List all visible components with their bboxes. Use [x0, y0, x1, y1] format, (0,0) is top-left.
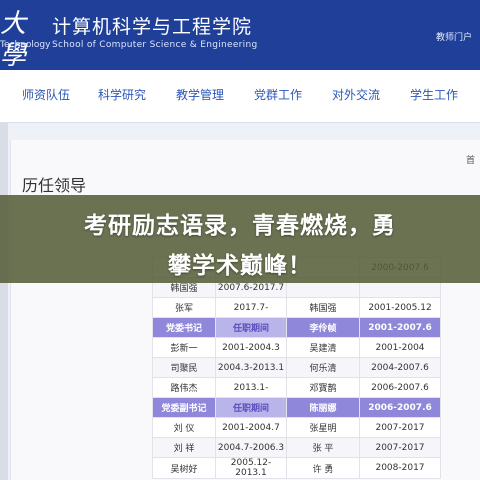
table-cell: 2008-2017 [359, 457, 441, 479]
table-cell: 2007-2017 [359, 437, 441, 458]
table-cell: 2004-2007.6 [359, 357, 441, 378]
table-cell: 党委书记 [152, 317, 216, 338]
nav-item-teaching[interactable]: 教学管理 [176, 86, 224, 103]
table-row: 路伟杰 2013.1- 邓寳鹊 2006-2007.6 [152, 377, 441, 398]
table-cell: 2004.7-2006.3 [215, 437, 287, 458]
table-cell: 韩国强 [286, 297, 360, 318]
left-sidebar-strip [0, 123, 8, 480]
table-cell: 李伶帧 [286, 317, 360, 338]
table-cell: 任职期间 [215, 397, 287, 418]
table-cell: 刘 祥 [152, 437, 216, 458]
table-cell: 邓寳鹊 [286, 377, 360, 398]
page-title: 历任领导 [22, 176, 87, 195]
nav-item-exchange[interactable]: 对外交流 [332, 86, 380, 103]
table-cell: 许 勇 [286, 457, 360, 479]
table-row: 司聚民 2004.3-2013.1 何乐清 2004-2007.6 [152, 357, 441, 378]
table-cell: 2001-2004.7 [215, 417, 287, 438]
table-cell: 2001-2007.6 [359, 317, 441, 338]
table-cell: 刘 仪 [152, 417, 216, 438]
table-cell: 2007-2017 [359, 417, 441, 438]
table-cell: 2001-2004 [359, 337, 441, 358]
table-cell: 陈丽娜 [286, 397, 360, 418]
table-cell: 2004.3-2013.1 [215, 357, 287, 378]
table-header-row: 党委书记 任职期间 李伶帧 2001-2007.6 [152, 317, 441, 338]
site-header: 大學 Technology 计算机科学与工程学院 School of Compu… [0, 0, 480, 71]
logo-subtitle: Technology [0, 40, 51, 50]
table-cell: 司聚民 [152, 357, 216, 378]
table-row: 彭新一 2001-2004.3 吴建清 2001-2004 [152, 337, 441, 358]
table-cell: 张星明 [286, 417, 360, 438]
table-cell: 2017.7- [215, 297, 287, 318]
table-cell: 任职期间 [215, 317, 287, 338]
table-row: 刘 仪 2001-2004.7 张星明 2007-2017 [152, 417, 441, 438]
nav-item-faculty[interactable]: 师资队伍 [22, 86, 70, 103]
table-cell: 吴建清 [286, 337, 360, 358]
main-nav: 师资队伍 科学研究 教学管理 党群工作 对外交流 学生工作 [0, 70, 480, 123]
university-logo[interactable]: 大學 [0, 8, 45, 71]
nav-item-party[interactable]: 党群工作 [254, 86, 302, 103]
table-cell: 路伟杰 [152, 377, 216, 398]
leaders-table: 2000-2007.6韩国强2007.6-2017.7张军2017.7-韩国强2… [152, 257, 441, 479]
table-row: 张军 2017.7- 韩国强 2001-2005.12 [152, 297, 441, 318]
school-name-en: School of Computer Science & Engineering [52, 40, 258, 50]
table-cell: 彭新一 [152, 337, 216, 358]
teacher-portal-link[interactable]: 教师门户 [436, 30, 472, 43]
table-header-row: 党委副书记 任职期间 陈丽娜 2006-2007.6 [152, 397, 441, 418]
table-cell: 2001-2004.3 [215, 337, 287, 358]
table-cell: 2013.1- [215, 377, 287, 398]
table-cell: 2006-2007.6 [359, 377, 441, 398]
table-cell: 吴树好 [152, 457, 216, 479]
table-cell: 张 平 [286, 437, 360, 458]
nav-item-students[interactable]: 学生工作 [410, 86, 458, 103]
banner-text-line2: 攀学术巅峰！ [168, 253, 312, 279]
table-cell: 党委副书记 [152, 397, 216, 418]
table-cell: 2005.12-2013.1 [215, 457, 287, 479]
table-cell: 何乐清 [286, 357, 360, 378]
breadcrumb[interactable]: 首 [466, 153, 475, 166]
table-cell: 2006-2007.6 [359, 397, 441, 418]
table-row: 吴树好 2005.12-2013.1 许 勇 2008-2017 [152, 457, 441, 479]
table-cell: 2001-2005.12 [359, 297, 441, 318]
banner-text-line1: 考研励志语录，青春燃烧，勇 [84, 213, 396, 239]
table-row: 刘 祥 2004.7-2006.3 张 平 2007-2017 [152, 437, 441, 458]
school-name-cn[interactable]: 计算机科学与工程学院 [52, 12, 252, 39]
nav-item-research[interactable]: 科学研究 [98, 86, 146, 103]
table-cell: 张军 [152, 297, 216, 318]
